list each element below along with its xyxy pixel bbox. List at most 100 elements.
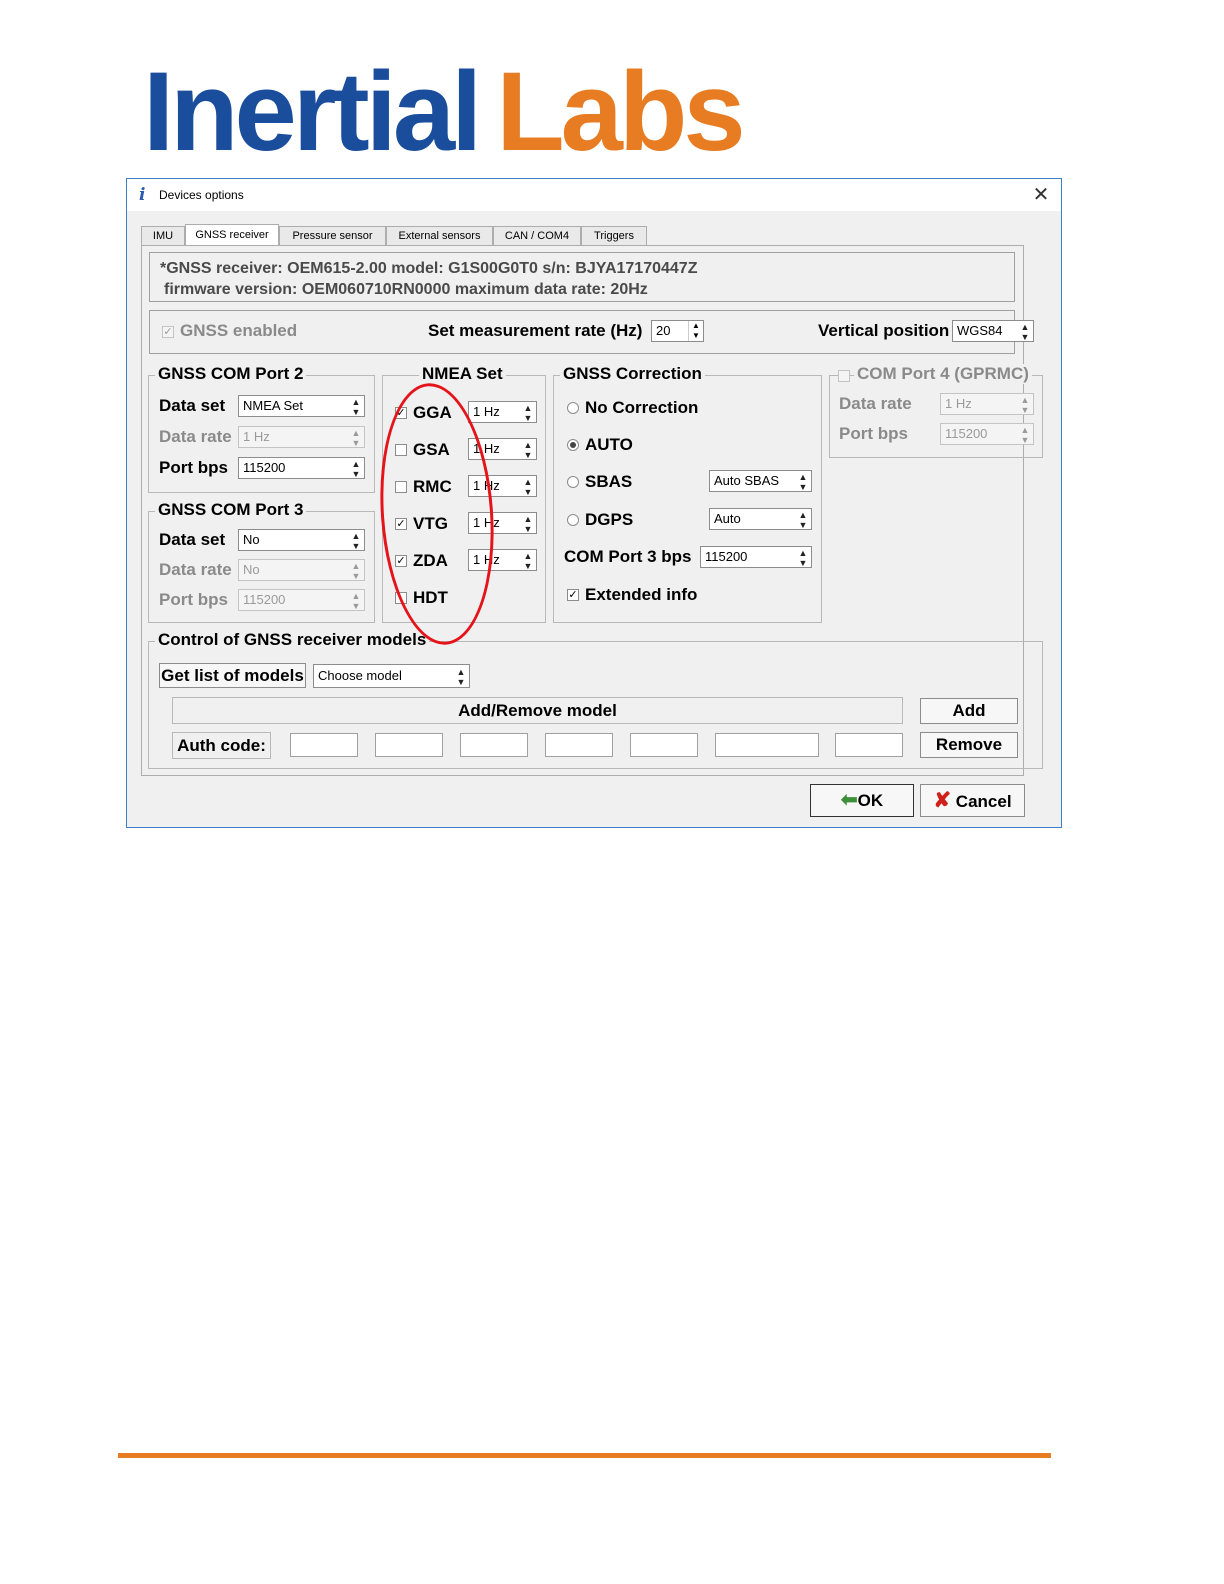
auth-code-field-4[interactable] bbox=[545, 733, 613, 757]
com3-data-rate-value: No bbox=[243, 562, 260, 577]
updown-arrow-icon: ▲ ▼ bbox=[1020, 425, 1030, 445]
sbas-label: SBAS bbox=[585, 472, 633, 491]
zda-rate-select[interactable]: 1 Hz ▲ ▼ bbox=[468, 549, 537, 571]
rmc-checkbox[interactable] bbox=[395, 481, 407, 493]
add-button[interactable]: Add bbox=[920, 698, 1018, 724]
models-title: Control of GNSS receiver models bbox=[155, 630, 430, 650]
zda-rate-value: 1 Hz bbox=[473, 552, 500, 567]
auth-code-field-3[interactable] bbox=[460, 733, 528, 757]
updown-arrow-icon: ▲ ▼ bbox=[1020, 322, 1030, 342]
gsa-rate-select[interactable]: 1 Hz ▲ ▼ bbox=[468, 438, 537, 460]
com3-port-bps-select[interactable]: 115200 ▲ ▼ bbox=[238, 589, 365, 611]
tab-imu[interactable]: IMU bbox=[141, 226, 185, 245]
com2-title: GNSS COM Port 2 bbox=[155, 364, 307, 384]
vertical-position-label: Vertical position bbox=[818, 321, 950, 340]
sbas-select[interactable]: Auto SBAS ▲ ▼ bbox=[709, 470, 812, 492]
nmea-set-group: NMEA Set ✓ GGA 1 Hz ▲ ▼ GSA 1 Hz ▲ ▼ RMC 1… bbox=[382, 364, 546, 623]
add-remove-model-label: Add/Remove model bbox=[172, 697, 903, 724]
rmc-rate-select[interactable]: 1 Hz ▲ ▼ bbox=[468, 475, 537, 497]
updown-arrow-icon: ▲ ▼ bbox=[798, 510, 808, 530]
gsa-rate-value: 1 Hz bbox=[473, 441, 500, 456]
cancel-x-icon: ✘ bbox=[933, 789, 952, 812]
dgps-value: Auto bbox=[714, 511, 741, 526]
tab-external-sensors[interactable]: External sensors bbox=[386, 226, 493, 245]
com4-data-rate-select[interactable]: 1 Hz ▲ ▼ bbox=[940, 393, 1034, 415]
vertical-position-select[interactable]: WGS84 ▲ ▼ bbox=[952, 320, 1034, 342]
no-correction-label: No Correction bbox=[585, 398, 699, 417]
remove-button[interactable]: Remove bbox=[920, 732, 1018, 758]
com2-port-bps-select[interactable]: 115200 ▲ ▼ bbox=[238, 457, 365, 479]
hdt-checkbox[interactable] bbox=[395, 592, 407, 604]
gsa-checkbox[interactable] bbox=[395, 444, 407, 456]
gga-checkbox[interactable]: ✓ bbox=[395, 407, 407, 419]
tab-triggers[interactable]: Triggers bbox=[581, 226, 647, 245]
info-icon: i bbox=[139, 185, 146, 205]
com4-title: COM Port 4 (GPRMC) bbox=[854, 364, 1032, 384]
spin-arrows-icon[interactable]: ▲ ▼ bbox=[688, 321, 703, 341]
nmea-set-title: NMEA Set bbox=[419, 364, 506, 384]
ok-label: OK bbox=[857, 791, 884, 810]
auth-code-field-6[interactable] bbox=[715, 733, 819, 757]
vertical-position-value: WGS84 bbox=[957, 323, 1003, 338]
sbas-value: Auto SBAS bbox=[714, 473, 780, 488]
close-icon[interactable]: ✕ bbox=[1029, 182, 1053, 207]
updown-arrow-icon: ▲ ▼ bbox=[351, 459, 361, 479]
com2-group: GNSS COM Port 2 Data set NMEA Set ▲ ▼ Dat… bbox=[148, 364, 375, 493]
tab-can-com4[interactable]: CAN / COM4 bbox=[493, 226, 581, 245]
auto-label: AUTO bbox=[585, 435, 633, 454]
com3-bps-select[interactable]: 115200 ▲ ▼ bbox=[700, 546, 812, 568]
meas-rate-spinbox[interactable]: 20 ▲ ▼ bbox=[651, 320, 704, 342]
com4-data-rate-label: Data rate bbox=[839, 394, 912, 413]
com3-data-rate-select[interactable]: No ▲ ▼ bbox=[238, 559, 365, 581]
updown-arrow-icon: ▲ ▼ bbox=[351, 531, 361, 551]
rmc-rate-value: 1 Hz bbox=[473, 478, 500, 493]
tab-pressure-sensor[interactable]: Pressure sensor bbox=[279, 226, 386, 245]
auth-code-field-1[interactable] bbox=[290, 733, 358, 757]
choose-model-select[interactable]: Choose model ▲ ▼ bbox=[313, 664, 470, 688]
vtg-checkbox[interactable]: ✓ bbox=[395, 518, 407, 530]
meas-rate-label: Set measurement rate (Hz) bbox=[428, 321, 643, 340]
sbas-radio[interactable] bbox=[567, 476, 579, 488]
dgps-label: DGPS bbox=[585, 510, 634, 529]
com2-data-rate-select[interactable]: 1 Hz ▲ ▼ bbox=[238, 426, 365, 448]
auth-code-field-2[interactable] bbox=[375, 733, 443, 757]
com3-group: GNSS COM Port 3 Data set No ▲ ▼ Data rate… bbox=[148, 500, 375, 623]
no-correction-radio[interactable] bbox=[567, 402, 579, 414]
dgps-radio[interactable] bbox=[567, 514, 579, 526]
gga-rate-select[interactable]: 1 Hz ▲ ▼ bbox=[468, 401, 537, 423]
ok-button[interactable]: ⬅OK bbox=[810, 784, 914, 817]
vtg-rate-select[interactable]: 1 Hz ▲ ▼ bbox=[468, 512, 537, 534]
com4-data-rate-value: 1 Hz bbox=[945, 396, 972, 411]
footer-rule bbox=[118, 1453, 1051, 1458]
com2-data-set-select[interactable]: NMEA Set ▲ ▼ bbox=[238, 395, 365, 417]
com3-data-set-value: No bbox=[243, 532, 260, 547]
get-list-of-models-button[interactable]: Get list of models bbox=[159, 663, 306, 688]
gnss-correction-title: GNSS Correction bbox=[560, 364, 705, 384]
com2-data-rate-label: Data rate bbox=[159, 427, 232, 446]
gnss-enabled-label: GNSS enabled bbox=[180, 321, 298, 340]
cancel-button[interactable]: ✘ Cancel bbox=[920, 784, 1025, 817]
auth-code-field-5[interactable] bbox=[630, 733, 698, 757]
com3-data-rate-label: Data rate bbox=[159, 560, 232, 579]
auto-radio[interactable] bbox=[567, 439, 579, 451]
models-group: Control of GNSS receiver models Get list… bbox=[148, 630, 1043, 769]
dgps-select[interactable]: Auto ▲ ▼ bbox=[709, 508, 812, 530]
auth-code-label: Auth code: bbox=[172, 732, 271, 759]
com3-data-set-select[interactable]: No ▲ ▼ bbox=[238, 529, 365, 551]
window-title: Devices options bbox=[159, 188, 244, 202]
tab-gnss-receiver[interactable]: GNSS receiver bbox=[185, 224, 279, 246]
com3-bps-value: 115200 bbox=[705, 549, 748, 564]
inertial-labs-logo: Inertial Labs bbox=[143, 56, 746, 168]
com4-port-bps-select[interactable]: 115200 ▲ ▼ bbox=[940, 423, 1034, 445]
com4-enable-checkbox[interactable] bbox=[838, 370, 850, 382]
vtg-rate-value: 1 Hz bbox=[473, 515, 500, 530]
updown-arrow-icon: ▲ ▼ bbox=[523, 477, 533, 497]
extended-info-checkbox[interactable]: ✓ bbox=[567, 589, 579, 601]
zda-label: ZDA bbox=[413, 551, 448, 570]
auth-code-field-7[interactable] bbox=[835, 733, 903, 757]
zda-checkbox[interactable]: ✓ bbox=[395, 555, 407, 567]
gsa-label: GSA bbox=[413, 440, 450, 459]
com4-port-bps-label: Port bps bbox=[839, 424, 908, 443]
com2-data-set-label: Data set bbox=[159, 396, 226, 415]
gnss-enabled-checkbox[interactable]: ✓ bbox=[162, 326, 174, 338]
